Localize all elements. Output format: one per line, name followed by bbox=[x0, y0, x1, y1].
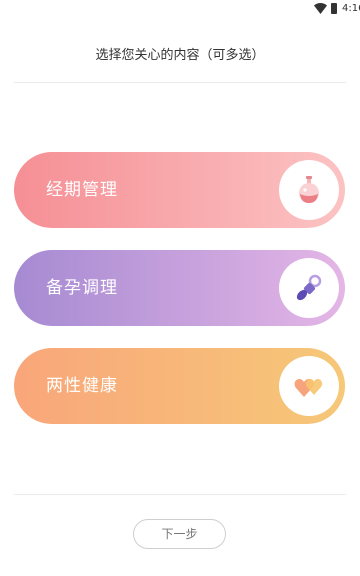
wifi-icon bbox=[314, 3, 327, 14]
battery-icon bbox=[331, 3, 337, 14]
status-bar: 4:16 bbox=[0, 0, 360, 18]
two-hearts-icon bbox=[294, 379, 323, 397]
option-period-management[interactable]: 经期管理 bbox=[14, 152, 345, 228]
option-icon-circle bbox=[279, 160, 339, 220]
option-icon-circle bbox=[279, 258, 339, 318]
footer-divider bbox=[14, 494, 346, 495]
option-label: 备孕调理 bbox=[46, 278, 118, 298]
next-button[interactable]: 下一步 bbox=[133, 519, 226, 549]
page-title: 选择您关心的内容（可多选） bbox=[95, 48, 265, 63]
pacifier-icon bbox=[296, 274, 322, 301]
status-time: 4:16 bbox=[342, 3, 360, 14]
option-icon-circle bbox=[279, 356, 339, 416]
option-pregnancy-prep[interactable]: 备孕调理 bbox=[14, 250, 345, 326]
header-divider bbox=[14, 82, 346, 83]
option-label: 经期管理 bbox=[46, 180, 118, 200]
option-label: 两性健康 bbox=[46, 376, 118, 396]
option-sexual-health[interactable]: 两性健康 bbox=[14, 348, 345, 424]
potion-bottle-icon bbox=[299, 176, 319, 203]
